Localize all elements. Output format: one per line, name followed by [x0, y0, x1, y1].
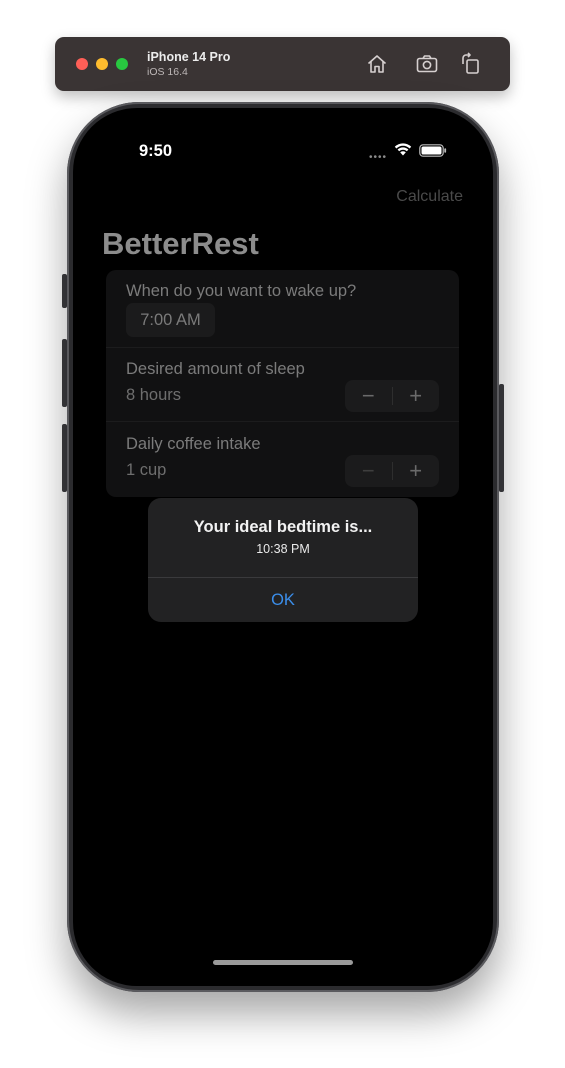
cellular-dots-icon: ••••	[369, 152, 388, 163]
coffee-value: 1 cup	[126, 461, 167, 479]
screenshot-icon[interactable]	[415, 52, 439, 76]
zoom-window-button[interactable]	[116, 58, 128, 70]
coffee-increment-button[interactable]: +	[392, 455, 439, 487]
sleep-value: 8 hours	[126, 386, 182, 404]
alert-ok-button[interactable]: OK	[148, 578, 418, 622]
home-icon[interactable]	[365, 52, 389, 76]
wake-up-label: When do you want to wake up?	[126, 282, 357, 300]
coffee-label: Daily coffee intake	[126, 435, 261, 453]
alert-message: 10:38 PM	[256, 542, 310, 556]
coffee-decrement-button[interactable]: −	[345, 455, 392, 487]
minimize-window-button[interactable]	[96, 58, 108, 70]
sleep-label: Desired amount of sleep	[126, 360, 305, 378]
sleep-section: Desired amount of sleep 8 hours − +	[106, 348, 459, 422]
status-time: 9:50	[139, 142, 173, 160]
battery-icon	[419, 144, 447, 157]
os-version: iOS 16.4	[147, 66, 188, 78]
simulator-toolbar: iPhone 14 Pro iOS 16.4	[55, 37, 510, 91]
settings-form: When do you want to wake up? 7:00 AM Des…	[106, 270, 459, 497]
wifi-icon	[394, 142, 412, 156]
alert-title: Your ideal bedtime is...	[193, 518, 373, 536]
page-title: BetterRest	[102, 226, 259, 261]
close-window-button[interactable]	[76, 58, 88, 70]
home-indicator[interactable]	[213, 960, 353, 965]
rotate-icon[interactable]	[459, 52, 483, 76]
coffee-section: Daily coffee intake 1 cup − +	[106, 422, 459, 497]
wake-up-time-picker[interactable]: 7:00 AM	[126, 303, 215, 337]
sleep-increment-button[interactable]: +	[392, 380, 439, 412]
bedtime-alert: Your ideal bedtime is... 10:38 PM OK	[148, 498, 418, 622]
power-button	[499, 384, 504, 492]
sleep-decrement-button[interactable]: −	[345, 380, 392, 412]
wake-up-section: When do you want to wake up? 7:00 AM	[106, 270, 459, 348]
sleep-stepper: − +	[345, 380, 439, 412]
phone-screen: 9:50 •••• Calculate BetterRest When do y…	[73, 108, 493, 986]
calculate-button[interactable]: Calculate	[396, 188, 463, 206]
device-name: iPhone 14 Pro	[147, 50, 231, 64]
coffee-stepper: − +	[345, 455, 439, 487]
